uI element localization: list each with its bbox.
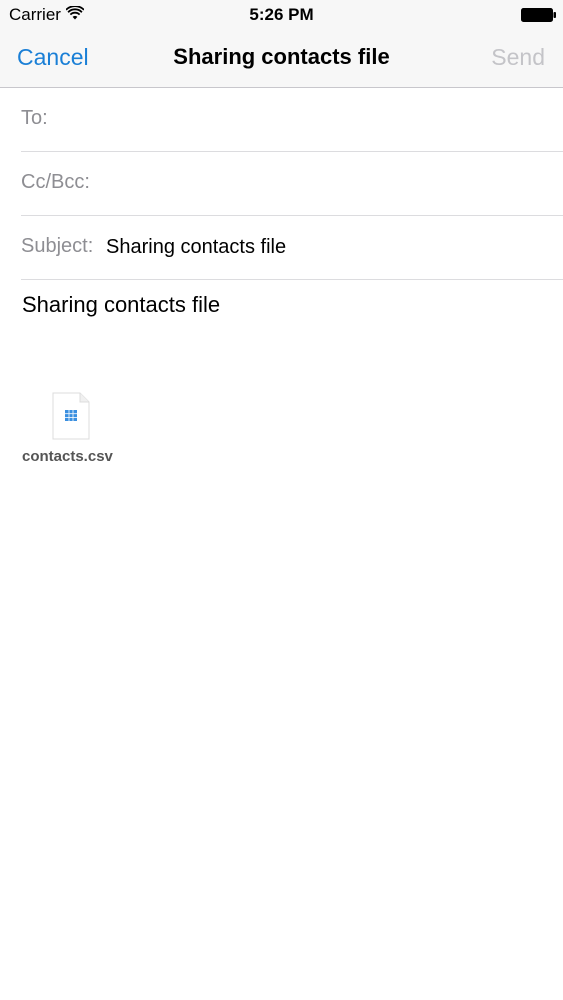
cc-bcc-input[interactable] [101, 162, 553, 204]
cc-bcc-label: Cc/Bcc: [21, 171, 90, 193]
to-label: To: [21, 107, 48, 129]
clock: 5:26 PM [249, 5, 314, 24]
status-bar: Carrier 5:26 PM [0, 0, 563, 30]
send-button[interactable]: Send [491, 44, 545, 71]
spreadsheet-file-icon [52, 392, 90, 440]
to-field-row[interactable]: To: [21, 88, 563, 152]
subject-input[interactable] [106, 226, 553, 268]
battery-icon [521, 8, 556, 22]
attachment-file-name: contacts.csv [22, 448, 113, 465]
navigation-bar: Cancel Sharing contacts file Send [0, 30, 563, 88]
message-body[interactable]: Sharing contacts file contacts.csv [22, 280, 542, 980]
subject-field-row[interactable]: Subject: [21, 216, 563, 280]
subject-label: Subject: [21, 235, 94, 257]
mail-compose-screen: Carrier 5:26 PM Cancel Sharing contacts … [0, 0, 563, 1000]
to-input[interactable] [53, 98, 553, 140]
cc-bcc-field-row[interactable]: Cc/Bcc: [21, 152, 563, 216]
message-body-text[interactable]: Sharing contacts file [22, 292, 220, 318]
attachment[interactable]: contacts.csv [22, 392, 132, 472]
cancel-button[interactable]: Cancel [17, 44, 89, 71]
